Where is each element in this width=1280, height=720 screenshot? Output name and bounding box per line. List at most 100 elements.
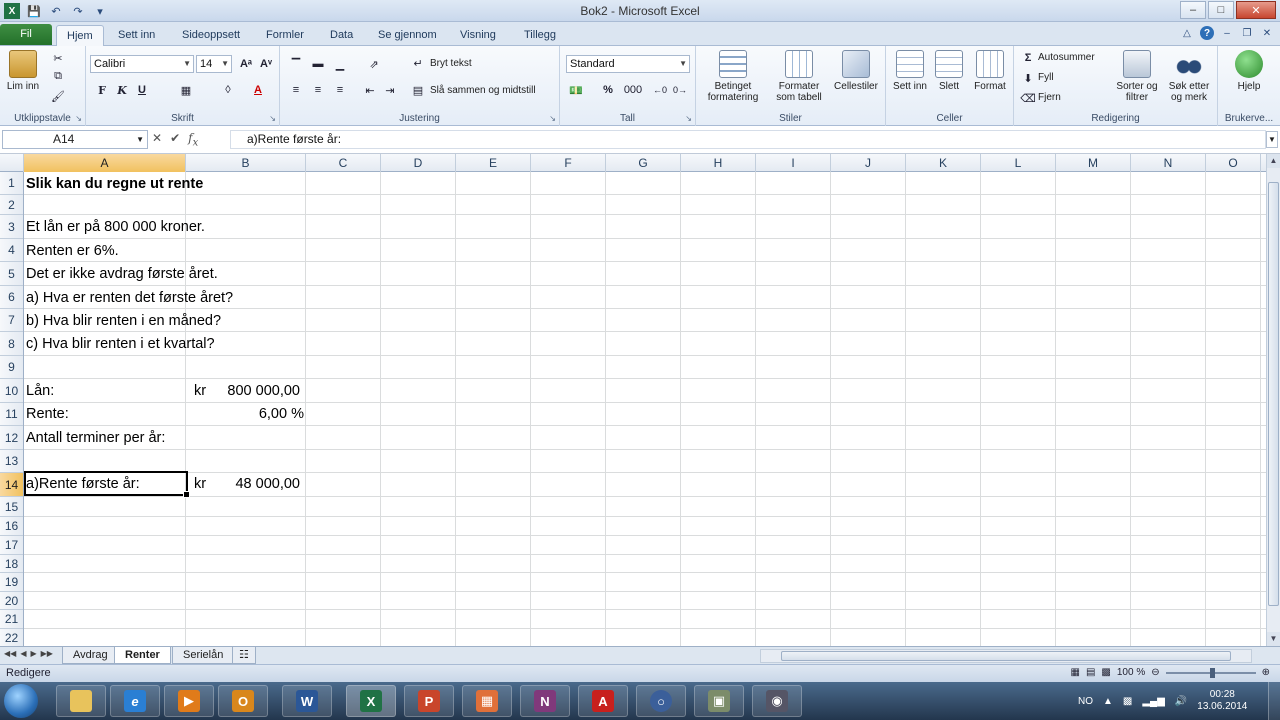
tab-addins[interactable]: Tillegg bbox=[514, 25, 566, 46]
horizontal-scrollbar[interactable] bbox=[760, 649, 1252, 663]
cell-A11[interactable]: Rente: bbox=[26, 402, 69, 426]
column-header-l[interactable]: L bbox=[981, 154, 1056, 172]
cancel-entry-icon[interactable]: ✕ bbox=[152, 131, 162, 148]
orientation-icon[interactable]: ⇗ bbox=[366, 56, 382, 72]
taskbar-internet-explorer[interactable]: e bbox=[110, 685, 160, 717]
start-button[interactable] bbox=[4, 684, 38, 718]
clock[interactable]: 00:28 13.06.2014 bbox=[1197, 689, 1247, 713]
doc-restore-icon[interactable]: ❐ bbox=[1240, 26, 1254, 40]
merge-center-button[interactable]: Slå sammen og midtstill bbox=[430, 85, 536, 96]
conditional-formatting-button[interactable]: Betinget formatering bbox=[700, 50, 766, 103]
confirm-entry-icon[interactable]: ✔ bbox=[170, 131, 180, 148]
row-header-8[interactable]: 8 bbox=[0, 332, 23, 356]
autosum-button[interactable]: Autosummer bbox=[1038, 52, 1095, 63]
clear-icon[interactable]: ⌫ bbox=[1020, 90, 1036, 106]
normal-view-icon[interactable]: ▦ bbox=[1071, 667, 1080, 678]
decrease-indent-icon[interactable]: ⇤ bbox=[362, 82, 378, 98]
align-center-icon[interactable]: ≡ bbox=[310, 82, 326, 98]
alignment-dialog-launcher-icon[interactable]: ↘ bbox=[549, 114, 556, 123]
row-header-13[interactable]: 13 bbox=[0, 450, 23, 473]
tab-file[interactable]: Fil bbox=[0, 24, 52, 45]
cut-icon[interactable]: ✂ bbox=[50, 50, 66, 66]
show-desktop-button[interactable] bbox=[1268, 682, 1280, 720]
font-dialog-launcher-icon[interactable]: ↘ bbox=[269, 114, 276, 123]
column-header-h[interactable]: H bbox=[681, 154, 756, 172]
tab-data[interactable]: Data bbox=[320, 25, 363, 46]
scroll-down-icon[interactable]: ▼ bbox=[1267, 632, 1280, 646]
increase-decimal-icon[interactable]: ←0 bbox=[652, 82, 668, 98]
number-format-combo[interactable]: Standard ▼ bbox=[566, 55, 690, 73]
name-box[interactable]: A14 ▼ bbox=[2, 130, 148, 149]
tab-review[interactable]: Se gjennom bbox=[368, 25, 447, 46]
row-header-4[interactable]: 4 bbox=[0, 239, 23, 262]
row-header-22[interactable]: 22 bbox=[0, 629, 23, 646]
find-select-button[interactable]: Søk etter og merk bbox=[1162, 50, 1216, 103]
cell-A7[interactable]: b) Hva blir renten i en måned? bbox=[26, 309, 221, 332]
fill-color-icon[interactable]: ◊ bbox=[220, 82, 236, 98]
taskbar-excel[interactable]: X bbox=[346, 685, 396, 717]
signal-icon[interactable]: ▂▄▆ bbox=[1142, 696, 1164, 707]
cell-B14-value[interactable]: 48 000,00 bbox=[188, 472, 300, 496]
clear-button[interactable]: Fjern bbox=[1038, 92, 1061, 103]
cell-A6[interactable]: a) Hva er renten det første året? bbox=[26, 286, 233, 309]
row-header-11[interactable]: 11 bbox=[0, 403, 23, 426]
font-name-combo[interactable]: Calibri ▼ bbox=[90, 55, 194, 73]
row-header-16[interactable]: 16 bbox=[0, 517, 23, 536]
percent-style-button[interactable]: % bbox=[600, 82, 616, 98]
borders-icon[interactable]: ▦ bbox=[178, 82, 194, 98]
row-header-21[interactable]: 21 bbox=[0, 610, 23, 629]
clipboard-dialog-launcher-icon[interactable]: ↘ bbox=[75, 114, 82, 123]
delete-cells-button[interactable]: Slett bbox=[932, 50, 966, 92]
copy-icon[interactable]: ⧉ bbox=[50, 68, 66, 84]
decrease-decimal-icon[interactable]: 0→ bbox=[672, 82, 688, 98]
align-bottom-icon[interactable]: ▁ bbox=[332, 56, 348, 72]
fill-button[interactable]: Fyll bbox=[1038, 72, 1054, 83]
paste-button[interactable]: Lim inn bbox=[6, 50, 40, 92]
column-header-a[interactable]: A bbox=[24, 154, 186, 172]
formula-input[interactable]: a)Rente første år: bbox=[230, 130, 1266, 149]
row-header-1[interactable]: 1 bbox=[0, 172, 23, 195]
close-button[interactable]: ✕ bbox=[1236, 1, 1276, 19]
taskbar-explorer[interactable] bbox=[56, 685, 106, 717]
cell-A4[interactable]: Renten er 6%. bbox=[26, 239, 119, 262]
tab-view[interactable]: Visning bbox=[450, 25, 506, 46]
column-header-e[interactable]: E bbox=[456, 154, 531, 172]
vertical-scroll-thumb[interactable] bbox=[1268, 182, 1279, 606]
cell-B11[interactable]: 6,00 % bbox=[188, 402, 304, 426]
cell-A3[interactable]: Et lån er på 800 000 kroner. bbox=[26, 215, 205, 239]
align-middle-icon[interactable]: ▬ bbox=[310, 56, 326, 72]
row-header-7[interactable]: 7 bbox=[0, 309, 23, 332]
row-header-12[interactable]: 12 bbox=[0, 426, 23, 450]
row-header-3[interactable]: 3 bbox=[0, 215, 23, 239]
wrap-text-icon[interactable]: ↵ bbox=[410, 55, 426, 71]
column-header-n[interactable]: N bbox=[1131, 154, 1206, 172]
row-header-10[interactable]: 10 bbox=[0, 379, 23, 403]
format-painter-icon[interactable]: 🖌 bbox=[50, 88, 66, 104]
row-header-18[interactable]: 18 bbox=[0, 555, 23, 573]
column-header-i[interactable]: I bbox=[756, 154, 831, 172]
taskbar-media-player[interactable]: ▶ bbox=[164, 685, 214, 717]
network-icon[interactable]: ▩ bbox=[1123, 696, 1132, 707]
row-header-5[interactable]: 5 bbox=[0, 262, 23, 286]
wrap-text-button[interactable]: Bryt tekst bbox=[430, 58, 472, 69]
cell-A12[interactable]: Antall terminer per år: bbox=[26, 426, 165, 449]
doc-close-icon[interactable]: ✕ bbox=[1260, 26, 1274, 40]
help-icon[interactable]: ? bbox=[1200, 26, 1214, 40]
minimize-button[interactable]: – bbox=[1180, 1, 1206, 19]
row-header-14[interactable]: 14 bbox=[0, 473, 23, 497]
sheet-tab-avdrag[interactable]: Avdrag bbox=[62, 647, 119, 664]
horizontal-scroll-thumb[interactable] bbox=[781, 651, 1231, 661]
column-header-d[interactable]: D bbox=[381, 154, 456, 172]
page-layout-view-icon[interactable]: ▤ bbox=[1086, 667, 1095, 678]
scroll-up-icon[interactable]: ▲ bbox=[1267, 154, 1280, 168]
zoom-slider[interactable] bbox=[1165, 667, 1256, 678]
cell-A8[interactable]: c) Hva blir renten i et kvartal? bbox=[26, 332, 215, 356]
column-header-o[interactable]: O bbox=[1206, 154, 1261, 172]
increase-indent-icon[interactable]: ⇥ bbox=[382, 82, 398, 98]
italic-button[interactable]: K bbox=[114, 82, 130, 98]
taskbar-onenote[interactable]: N bbox=[520, 685, 570, 717]
zoom-level[interactable]: 100 % bbox=[1117, 667, 1145, 678]
underline-button[interactable]: U bbox=[134, 82, 150, 98]
shrink-font-icon[interactable]: Aᵛ bbox=[258, 56, 274, 72]
grow-font-icon[interactable]: Aᵃ bbox=[238, 56, 254, 72]
